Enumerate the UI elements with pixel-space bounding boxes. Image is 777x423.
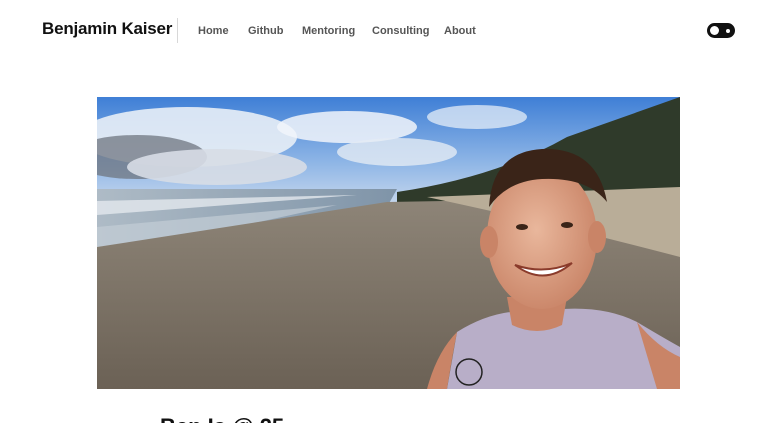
- page: Benjamin Kaiser Home Github Mentoring Co…: [0, 0, 777, 423]
- nav-github-link[interactable]: Github: [248, 25, 283, 37]
- nav-mentoring-link[interactable]: Mentoring: [302, 25, 355, 37]
- toggle-knob-icon: [710, 26, 719, 35]
- header-divider: [177, 18, 178, 43]
- hero-image: [97, 97, 680, 389]
- nav-home-link[interactable]: Home: [198, 25, 229, 37]
- toggle-dot-icon: [726, 28, 730, 33]
- theme-toggle-button[interactable]: [707, 23, 735, 38]
- nav-about-link[interactable]: About: [444, 25, 476, 37]
- beach-selfie-photo: [97, 97, 680, 389]
- nav-consulting-link[interactable]: Consulting: [372, 25, 429, 37]
- post-heading: Ben Is @ 25: [160, 414, 284, 423]
- site-title-link[interactable]: Benjamin Kaiser: [42, 19, 172, 39]
